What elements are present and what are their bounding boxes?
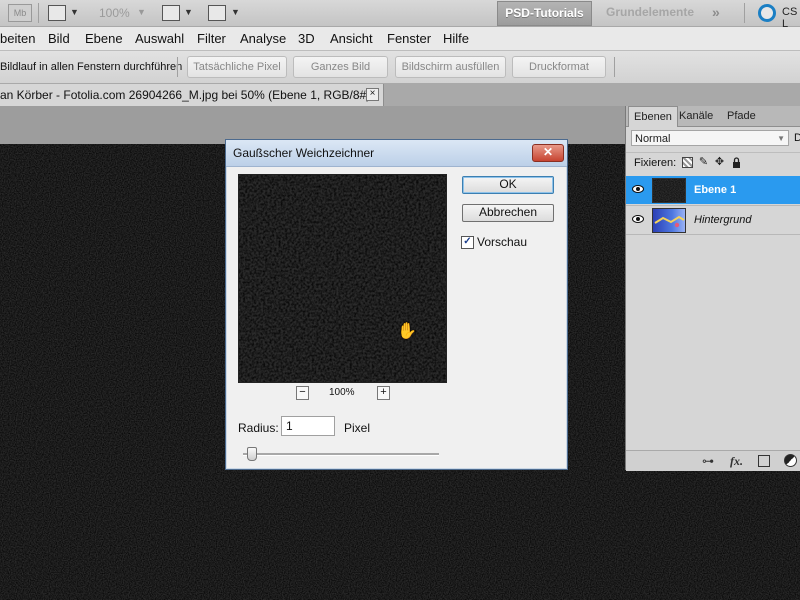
document-tab-title: an Körber - Fotolia.com 26904266_M.jpg b… (0, 88, 379, 102)
document-tab[interactable]: an Körber - Fotolia.com 26904266_M.jpg b… (0, 84, 384, 106)
radius-slider-thumb[interactable] (246, 447, 257, 461)
preview-zoom-level: 100% (329, 387, 355, 398)
print-size-button[interactable]: Druckformat (512, 56, 606, 78)
menu-item-ebene[interactable]: Ebene (85, 31, 123, 46)
radius-unit-label: Pixel (344, 421, 371, 435)
close-icon[interactable]: × (366, 88, 379, 101)
menu-item-ansicht[interactable]: Ansicht (330, 31, 373, 46)
menu-item-3d[interactable]: 3D (298, 31, 315, 46)
radius-input[interactable] (281, 416, 335, 436)
eye-icon[interactable] (632, 184, 644, 194)
layer-name[interactable]: Hintergrund (694, 214, 751, 226)
fit-screen-button[interactable]: Ganzes Bild (293, 56, 388, 78)
actual-pixels-button[interactable]: Tatsächliche Pixel (187, 56, 287, 78)
radius-label: Radius: (238, 421, 279, 435)
tab-pfade[interactable]: Pfade (722, 106, 761, 126)
chevron-down-icon[interactable]: ▼ (137, 7, 146, 17)
fill-screen-button[interactable]: Bildschirm ausfüllen (395, 56, 506, 78)
chevron-down-icon: ▼ (777, 134, 785, 143)
lock-row: Fixieren: ✎ ✥ (626, 152, 800, 173)
hand-cursor-icon: ✋ (397, 323, 417, 340)
menu-bar: beiten Bild Ebene Auswahl Filter Analyse… (0, 27, 800, 51)
chevron-down-icon[interactable]: ▼ (184, 7, 193, 17)
workspace-grundelemente-button[interactable]: Grundelemente (606, 1, 694, 24)
mini-bridge-icon[interactable]: Mb (8, 4, 32, 22)
layer-row-hintergrund[interactable]: Hintergrund (626, 205, 800, 235)
lock-image-brush-icon[interactable]: ✎ (698, 157, 709, 168)
dialog-title-bar[interactable]: Gaußscher Weichzeichner ✕ (226, 140, 567, 167)
arrange-documents-icon[interactable] (162, 5, 180, 21)
film-strip-icon[interactable] (48, 5, 66, 21)
menu-item-auswahl[interactable]: Auswahl (135, 31, 184, 46)
blend-mode-value: Normal (635, 133, 671, 145)
workspace-psd-tutorials-button[interactable]: PSD-Tutorials (497, 1, 592, 26)
menu-item-fenster[interactable]: Fenster (387, 31, 431, 46)
cancel-button[interactable]: Abbrechen (462, 204, 554, 222)
fx-icon[interactable]: fx. (730, 454, 743, 469)
separator (614, 57, 615, 77)
preview-checkbox[interactable]: ✓ (461, 236, 474, 249)
cs-live-icon[interactable] (758, 4, 776, 22)
zoom-level[interactable]: 100% (99, 6, 130, 20)
separator (744, 3, 745, 23)
layer-row-ebene-1[interactable]: Ebene 1 (626, 176, 800, 204)
eye-icon[interactable] (632, 214, 644, 224)
menu-item-bearbeiten[interactable]: beiten (0, 31, 35, 46)
tab-kanaele[interactable]: Kanäle (674, 106, 718, 126)
radius-slider-track[interactable] (243, 453, 439, 456)
menu-item-hilfe[interactable]: Hilfe (443, 31, 469, 46)
document-tab-bar: an Körber - Fotolia.com 26904266_M.jpg b… (0, 84, 800, 106)
layer-thumbnail (652, 208, 686, 233)
workspace-more-button[interactable]: » (712, 1, 720, 24)
blend-mode-select[interactable]: Normal ▼ (631, 130, 789, 146)
tab-ebenen[interactable]: Ebenen (628, 106, 678, 127)
lock-transparency-icon[interactable] (682, 157, 693, 168)
preview-image (239, 175, 446, 382)
zoom-out-button[interactable]: − (296, 386, 309, 400)
menu-item-bild[interactable]: Bild (48, 31, 70, 46)
lock-all-icon[interactable] (731, 157, 742, 168)
chevron-down-icon[interactable]: ▼ (70, 7, 79, 17)
lock-position-move-icon[interactable]: ✥ (714, 157, 725, 168)
panel-tabs: Ebenen Kanäle Pfade (626, 106, 800, 127)
separator (38, 3, 39, 23)
layer-thumbnail (652, 178, 686, 203)
ok-button[interactable]: OK (462, 176, 554, 194)
scroll-all-windows-label[interactable]: Bildlauf in allen Fenstern durchführen (0, 61, 182, 73)
layer-name[interactable]: Ebene 1 (694, 184, 736, 196)
lock-label: Fixieren: (634, 157, 677, 169)
gaussian-blur-dialog: Gaußscher Weichzeichner ✕ ✋ − 100% + OK … (225, 139, 568, 470)
close-icon[interactable]: ✕ (532, 144, 564, 162)
menu-item-filter[interactable]: Filter (197, 31, 226, 46)
zoom-in-button[interactable]: + (377, 386, 390, 400)
chevron-down-icon[interactable]: ▼ (231, 7, 240, 17)
app-bar: Mb ▼ 100% ▼ ▼ ▼ PSD-Tutorials Grundeleme… (0, 0, 800, 30)
screen-mode-icon[interactable] (208, 5, 226, 21)
panel-footer: ⊶ fx. (626, 450, 800, 471)
layers-panel: Ebenen Kanäle Pfade Normal ▼ D Fixieren:… (625, 106, 800, 471)
preview-checkbox-label[interactable]: Vorschau (477, 235, 527, 249)
dialog-title: Gaußscher Weichzeichner (233, 146, 375, 160)
separator (177, 57, 178, 77)
adjustment-icon[interactable] (784, 454, 797, 467)
mask-icon[interactable] (758, 455, 770, 467)
options-bar: Bildlauf in allen Fenstern durchführen T… (0, 51, 800, 84)
filter-preview[interactable] (238, 174, 447, 383)
menu-item-analyse[interactable]: Analyse (240, 31, 286, 46)
link-icon[interactable]: ⊶ (702, 454, 714, 468)
opacity-label: D (794, 132, 800, 144)
